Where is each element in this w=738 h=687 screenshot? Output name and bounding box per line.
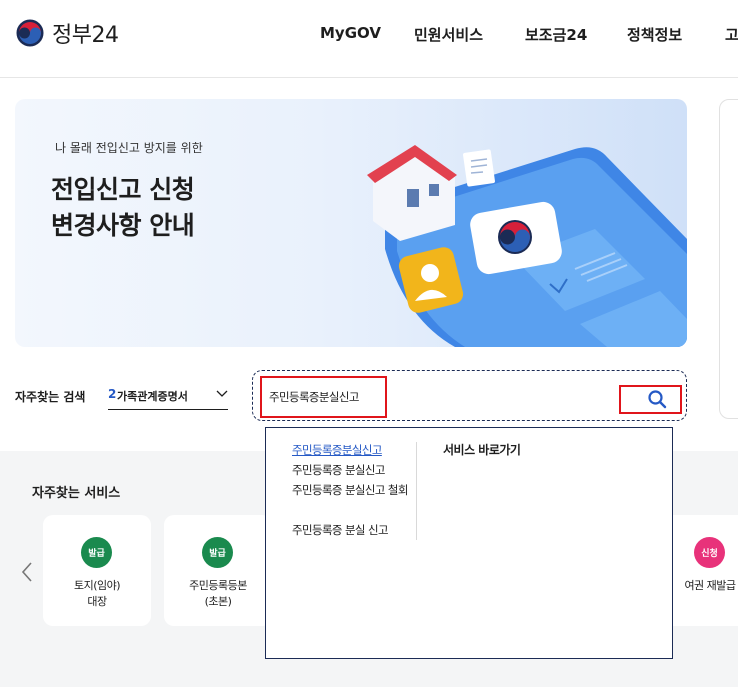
phone-illustration-icon (367, 145, 687, 347)
nav-item-mygov[interactable]: MyGOV (320, 24, 381, 42)
site-header: 정부24 MyGOV 민원서비스 보조금24 정책정보 고 (0, 0, 738, 78)
chevron-left-icon[interactable] (20, 561, 34, 583)
search-input[interactable] (269, 387, 381, 407)
service-card-land-register[interactable]: 발급 토지(임야) 대장 (43, 515, 151, 626)
nav-item-civil-service[interactable]: 민원서비스 (414, 24, 483, 45)
chevron-down-icon (216, 390, 228, 397)
banner-subtitle: 나 몰래 전입신고 방지를 위한 (55, 141, 203, 155)
service-badge: 신청 (694, 537, 725, 568)
frequent-search-value: 가족관계증명서 (117, 390, 188, 403)
suggestion-item[interactable]: 주민등록증 분실 신고 (292, 521, 422, 540)
banner-title-line2: 변경사항 안내 (51, 211, 195, 240)
suggestion-item[interactable]: 주민등록증 분실신고 (292, 461, 422, 480)
frequent-search-label: 자주찾는 검색 (15, 390, 86, 404)
service-label-line1: 주민등록등본 (189, 579, 247, 592)
service-card-resident-register[interactable]: 발급 주민등록등본 (초본) (164, 515, 272, 626)
search-input-highlight (260, 376, 387, 418)
service-label-line2: (초본) (204, 595, 232, 608)
nav-item-more[interactable]: 고 (725, 24, 738, 45)
service-badge: 발급 (81, 537, 112, 568)
banner-title: 전입신고 신청 변경사항 안내 (51, 172, 195, 244)
suggestion-item[interactable]: 주민등록증분실신고 (292, 441, 422, 460)
search-autocomplete-dropdown: 주민등록증분실신고 주민등록증 분실신고 주민등록증 분실신고 철회 주민등록증… (265, 427, 673, 659)
service-label: 토지(임야) 대장 (43, 578, 151, 610)
services-title: 자주찾는 서비스 (32, 486, 121, 501)
service-label-line2: 대장 (87, 595, 107, 608)
frequent-search-select[interactable]: 2 가족관계증명서 (108, 384, 228, 410)
frequent-search-rank: 2 (108, 387, 117, 401)
promo-banner[interactable]: 나 몰래 전입신고 방지를 위한 전입신고 신청 변경사항 안내 (15, 99, 687, 347)
service-badge: 발급 (202, 537, 233, 568)
service-shortcut-heading: 서비스 바로가기 (443, 443, 521, 457)
dropdown-divider (416, 442, 417, 540)
search-button[interactable] (619, 385, 682, 414)
side-panel-card (719, 99, 738, 419)
nav-item-policy-info[interactable]: 정책정보 (627, 24, 682, 45)
nav-item-subsidy24[interactable]: 보조금24 (525, 24, 587, 45)
service-label-line1: 토지(임야) (73, 579, 121, 592)
suggestion-item[interactable]: 주민등록증 분실신고 철회 (292, 481, 418, 500)
banner-title-line1: 전입신고 신청 (51, 175, 195, 204)
service-label: 주민등록등본 (초본) (164, 578, 272, 610)
search-icon (648, 390, 667, 409)
main-nav: MyGOV 민원서비스 보조금24 정책정보 고 (0, 24, 738, 46)
